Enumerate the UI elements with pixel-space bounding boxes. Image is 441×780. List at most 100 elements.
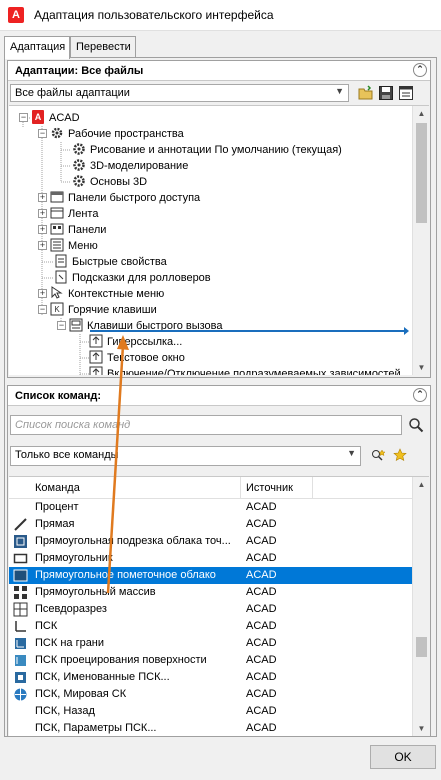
tree-item-toolbars[interactable]: Панели: [68, 222, 106, 238]
table-row[interactable]: ПСК, Мировая СК ACAD: [9, 686, 412, 703]
table-row[interactable]: ПСК на грани ACAD: [9, 635, 412, 652]
search-icon[interactable]: [408, 417, 424, 433]
ucs-project-icon: [15, 655, 26, 666]
command-source-cell: ACAD: [246, 535, 277, 547]
autocad-app-icon: A: [8, 7, 24, 23]
customizations-panel: Адаптации: Все файлы ⌃ Все файлы адаптац…: [7, 60, 431, 378]
tree-item-workspace-3d-basics[interactable]: Основы 3D: [90, 174, 147, 190]
command-source-cell: ACAD: [246, 637, 277, 649]
tree-item-acad[interactable]: ACAD: [49, 110, 80, 126]
open-file-icon[interactable]: [358, 85, 374, 101]
ok-button[interactable]: OK: [370, 745, 436, 769]
scroll-up-icon[interactable]: ▲: [413, 477, 429, 493]
tree-item-hyperlink[interactable]: Гиперссылка...: [107, 334, 182, 350]
tree-item-quick-access-toolbars[interactable]: Панели быстрого доступа: [68, 190, 200, 206]
tree-item-rollover-tooltips[interactable]: Подсказки для ролловеров: [72, 270, 211, 286]
table-row[interactable]: ПСК, Параметры ПСК... ACAD: [9, 720, 412, 736]
tree-scroll-thumb[interactable]: [416, 123, 427, 223]
tree-item-shortcut-keys[interactable]: Клавиши быстрого вызова: [87, 318, 223, 334]
table-row[interactable]: Прямоугольный массив ACAD: [9, 584, 412, 601]
collapse-icon[interactable]: ⌃: [413, 388, 427, 402]
tree-expander[interactable]: +: [38, 209, 47, 218]
tab-transfer[interactable]: Перевести: [70, 36, 136, 58]
tree-expander[interactable]: +: [38, 241, 47, 250]
command-name-cell: Прямоугольное пометочное облако: [35, 569, 216, 581]
table-row[interactable]: Прямоугольная подрезка облака точ... ACAD: [9, 533, 412, 550]
command-source-cell: ACAD: [246, 518, 277, 530]
tree-vertical-scrollbar[interactable]: ▲ ▼: [412, 106, 429, 375]
table-row[interactable]: ПСК проецирования поверхности ACAD: [9, 652, 412, 669]
tree-expander[interactable]: +: [38, 193, 47, 202]
tree-expander[interactable]: −: [38, 305, 47, 314]
tree-item-menus[interactable]: Меню: [68, 238, 98, 254]
collapse-icon[interactable]: ⌃: [413, 63, 427, 77]
tree-item-ribbon[interactable]: Лента: [68, 206, 98, 222]
scroll-down-icon[interactable]: ▼: [413, 721, 429, 736]
table-row[interactable]: Прямоугольник ACAD: [9, 550, 412, 567]
command-name-cell: ПСК: [35, 620, 58, 632]
column-header-source[interactable]: Источник: [246, 482, 293, 494]
tree-item-toggle-constraints[interactable]: Включение/Отключение подразумеваемых зав…: [107, 366, 401, 375]
column-divider: [240, 477, 241, 499]
file-filter-value: Все файлы адаптации: [15, 87, 130, 99]
tree-item-text-window[interactable]: Текстовое окно: [107, 350, 185, 366]
command-search-input[interactable]: Список поиска команд: [10, 415, 402, 435]
command-source-cell: ACAD: [246, 688, 277, 700]
command-scroll-thumb[interactable]: [416, 637, 427, 657]
title-bar: A Адаптация пользовательского интерфейса: [0, 0, 441, 31]
command-name-cell: ПСК, Назад: [35, 705, 95, 717]
tree-expander[interactable]: +: [38, 289, 47, 298]
command-filter-value: Только все команды: [15, 449, 119, 461]
create-command-icon[interactable]: [392, 448, 408, 464]
scroll-down-icon[interactable]: ▼: [413, 360, 429, 375]
table-row[interactable]: Псевдоразрез ACAD: [9, 601, 412, 618]
ucs-world-icon: [14, 688, 27, 701]
shortcut-keys-icon: [69, 318, 83, 332]
tree-item-workspaces[interactable]: Рабочие пространства: [68, 126, 184, 142]
command-vertical-scrollbar[interactable]: ▲ ▼: [412, 477, 429, 736]
tree-item-workspace-drafting[interactable]: Рисование и аннотации По умолчанию (теку…: [90, 142, 342, 158]
pointcloud-clip-icon: [14, 535, 27, 548]
save-icon[interactable]: [378, 85, 394, 101]
array-rect-icon: [14, 586, 27, 599]
command-source-cell: ACAD: [246, 552, 277, 564]
tree-expander[interactable]: −: [57, 321, 66, 330]
table-row[interactable]: ПСК, Именованные ПСК... ACAD: [9, 669, 412, 686]
command-name-cell: ПСК, Параметры ПСК...: [35, 722, 157, 734]
command-source-cell: ACAD: [246, 620, 277, 632]
toolbars-icon: [50, 223, 64, 235]
table-row[interactable]: Прямая ACAD: [9, 516, 412, 533]
command-table: Команда Источник Процент ACAD Прямая ACAD Пр…: [9, 476, 429, 736]
tree-item-quick-properties[interactable]: Быстрые свойства: [72, 254, 167, 270]
table-row[interactable]: Процент ACAD: [9, 499, 412, 516]
table-row[interactable]: ПСК, Назад ACAD: [9, 703, 412, 720]
customization-file-filter[interactable]: Все файлы адаптации ▼: [10, 84, 349, 102]
tree-item-keyboard-shortcuts[interactable]: Горячие клавиши: [68, 302, 157, 318]
chevron-down-icon: ▼: [335, 86, 344, 96]
properties-icon[interactable]: [398, 85, 414, 101]
revcloud-rect-icon: [13, 569, 28, 582]
tab-customize[interactable]: Адаптация: [4, 36, 70, 59]
hyperlink-key-icon: [89, 334, 103, 348]
gear-icon: [73, 159, 85, 171]
column-divider: [312, 477, 313, 499]
ribbon-icon: [50, 207, 64, 219]
rectangle-icon: [13, 553, 28, 564]
table-row[interactable]: Прямоугольное пометочное облако ACAD: [9, 567, 412, 584]
tree-expander[interactable]: +: [38, 225, 47, 234]
tree-item-shortcut-menus[interactable]: Контекстные меню: [68, 286, 164, 302]
command-source-cell: ACAD: [246, 501, 277, 513]
command-filter-select[interactable]: Только все команды ▼: [10, 446, 361, 466]
table-row[interactable]: ПСК ACAD: [9, 618, 412, 635]
quick-properties-icon: [55, 254, 67, 268]
find-command-icon[interactable]: [370, 448, 386, 464]
command-list-panel: Список команд: ⌃ Список поиска команд То…: [7, 385, 431, 737]
command-source-cell: ACAD: [246, 586, 277, 598]
tree-expander[interactable]: −: [19, 113, 28, 122]
tree-item-workspace-3d-modeling[interactable]: 3D-моделирование: [90, 158, 188, 174]
column-header-command[interactable]: Команда: [35, 482, 80, 494]
scroll-up-icon[interactable]: ▲: [413, 106, 429, 122]
tree-expander[interactable]: −: [38, 129, 47, 138]
command-source-cell: ACAD: [246, 705, 277, 717]
command-name-cell: ПСК на грани: [35, 637, 105, 649]
